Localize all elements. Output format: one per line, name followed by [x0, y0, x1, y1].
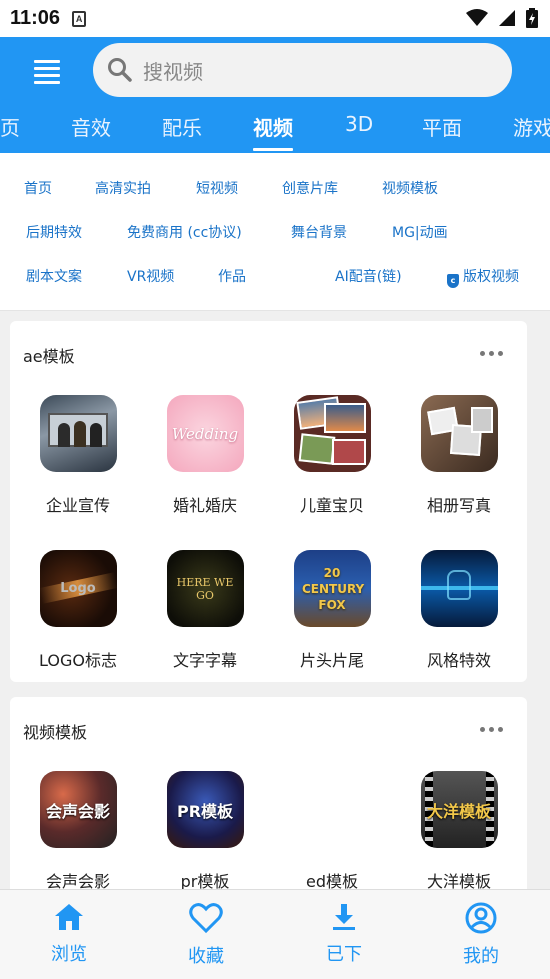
nav-label: 我的: [463, 946, 499, 967]
logo-thumbnail: Logo: [39, 550, 117, 627]
heart-icon: [189, 903, 223, 934]
template-item[interactable]: 大洋模板 大洋模板: [404, 771, 514, 892]
item-label: 文字字幕: [172, 651, 237, 670]
template-item[interactable]: PR模板 pr模板: [150, 771, 260, 892]
dayang-template-thumbnail: 大洋模板: [420, 771, 498, 848]
tab-game[interactable]: 游戏: [513, 112, 550, 141]
kids-photo-thumbnail: [293, 395, 371, 472]
category-link[interactable]: 短视频: [196, 178, 238, 198]
nav-label: 浏览: [51, 944, 87, 965]
search-placeholder: 搜视频: [143, 59, 203, 84]
signal-icon: [499, 10, 515, 26]
item-label: LOGO标志: [39, 651, 117, 670]
tab-video[interactable]: 视频: [253, 112, 293, 151]
bottom-navigation: 浏览 收藏 已下 我的: [0, 889, 550, 979]
premiere-template-thumbnail: PR模板: [166, 771, 244, 848]
thumb-caption: 会声会影: [45, 801, 110, 821]
category-link[interactable]: 视频模板: [382, 178, 438, 198]
thumb-caption: PR模板: [176, 801, 234, 821]
section-title: ae模板: [23, 347, 75, 366]
category-link[interactable]: 舞台背景: [291, 222, 347, 242]
copyright-video-link[interactable]: c 版权视频: [447, 266, 519, 288]
tab-3d[interactable]: 3D: [345, 112, 373, 136]
thumb-caption: HERE WE GO: [176, 575, 234, 602]
category-link[interactable]: VR视频: [127, 266, 174, 286]
category-link[interactable]: AI配音(链): [335, 266, 402, 286]
category-link[interactable]: 剧本文案: [26, 266, 82, 286]
template-item[interactable]: ed模板: [277, 771, 387, 892]
status-icons: [466, 8, 538, 28]
thumb-caption: Wedding: [171, 424, 239, 443]
status-bar: 11:06 A: [0, 0, 550, 37]
section-title: 视频模板: [23, 723, 88, 742]
app-header: 搜视频 页 音效 配乐 视频 3D 平面 游戏: [0, 37, 550, 153]
intro-outro-thumbnail: 20 CENTURY FOX: [293, 550, 371, 627]
user-icon: [465, 902, 497, 934]
item-label: 相册写真: [426, 496, 491, 515]
template-item[interactable]: 会声会影 会声会影: [23, 771, 133, 892]
template-item[interactable]: 风格特效: [404, 550, 514, 671]
category-link[interactable]: 后期特效: [26, 222, 82, 242]
template-item[interactable]: 企业宣传: [23, 395, 133, 516]
item-label: 儿童宝贝: [299, 496, 364, 515]
template-item[interactable]: Wedding 婚礼婚庆: [150, 395, 260, 516]
item-label: 婚礼婚庆: [172, 496, 237, 515]
nav-label: 收藏: [188, 946, 224, 967]
wifi-icon: [466, 9, 488, 26]
template-item[interactable]: 20 CENTURY FOX 片头片尾: [277, 550, 387, 671]
menu-icon[interactable]: [30, 57, 64, 87]
category-links: 首页 高清实拍 短视频 创意片库 视频模板 后期特效 免费商用 (cc协议) 舞…: [0, 153, 550, 311]
nav-downloaded[interactable]: 已下: [299, 902, 389, 966]
download-icon: [333, 904, 355, 930]
style-effects-thumbnail: [420, 550, 498, 627]
text-title-thumbnail: HERE WE GO: [166, 550, 244, 627]
nav-mine[interactable]: 我的: [436, 902, 526, 968]
active-tab-indicator: [253, 148, 293, 151]
item-label: 企业宣传: [45, 496, 110, 515]
status-time: 11:06: [10, 7, 61, 29]
tab-graphic[interactable]: 平面: [422, 112, 462, 141]
edius-template-thumbnail: [294, 771, 371, 848]
thumb-caption: 20 CENTURY FOX: [302, 565, 365, 612]
section-card: ae模板 企业宣传 Wedding 婚礼婚庆 儿童宝贝 相册写真 Logo LO…: [10, 321, 527, 682]
more-options-icon[interactable]: [480, 727, 503, 732]
template-item[interactable]: 儿童宝贝: [277, 395, 387, 516]
thumb-caption: Logo: [60, 581, 96, 596]
item-label: 片头片尾: [299, 651, 364, 670]
category-link[interactable]: 高清实拍: [95, 178, 151, 198]
more-options-icon[interactable]: [480, 351, 503, 356]
category-link-label: 版权视频: [463, 269, 519, 285]
home-icon: [55, 904, 83, 930]
template-item[interactable]: HERE WE GO 文字字幕: [150, 550, 260, 671]
tab-page[interactable]: 页: [0, 112, 20, 141]
thumb-caption: 大洋模板: [426, 801, 491, 821]
tab-video-label: 视频: [253, 116, 293, 140]
nav-browse[interactable]: 浏览: [24, 902, 114, 966]
category-link[interactable]: 作品: [218, 266, 246, 286]
category-tabs: 页 音效 配乐 视频 3D 平面 游戏: [0, 97, 550, 153]
template-item[interactable]: 相册写真: [404, 395, 514, 516]
tab-sound-effects[interactable]: 音效: [71, 112, 111, 141]
search-input[interactable]: 搜视频: [93, 43, 512, 97]
template-item[interactable]: Logo LOGO标志: [23, 550, 133, 671]
tab-music[interactable]: 配乐: [162, 112, 202, 141]
item-label: 风格特效: [426, 651, 491, 670]
photo-album-thumbnail: [420, 395, 498, 472]
category-link[interactable]: 免费商用 (cc协议): [127, 222, 242, 242]
corel-videostudio-thumbnail: 会声会影: [39, 771, 117, 848]
search-icon: [108, 58, 132, 82]
wedding-thumbnail: Wedding: [166, 395, 244, 472]
nav-label: 已下: [326, 944, 362, 965]
category-link[interactable]: 首页: [24, 178, 52, 198]
category-link[interactable]: 创意片库: [282, 178, 338, 198]
nav-favorites[interactable]: 收藏: [161, 902, 251, 968]
app-notification-icon: A: [72, 10, 87, 27]
corporate-thumbnail: [39, 395, 117, 472]
battery-icon: [526, 8, 538, 28]
section-card: 视频模板 会声会影 会声会影 PR模板 pr模板 ed模板 大洋模板 大洋模板: [10, 697, 527, 897]
category-link[interactable]: MG|动画: [392, 222, 448, 242]
shield-icon: c: [447, 274, 459, 288]
